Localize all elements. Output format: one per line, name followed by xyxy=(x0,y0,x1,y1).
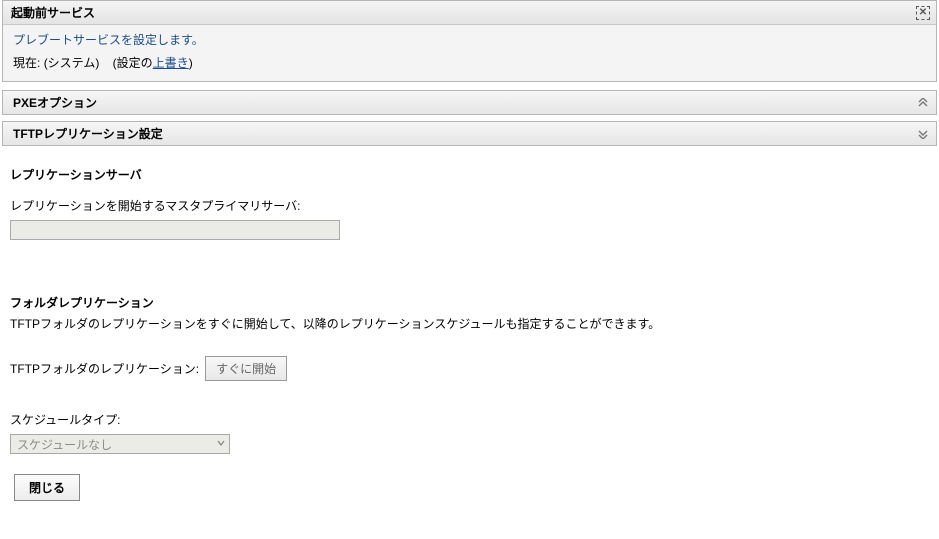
tftp-replication-title: TFTPレプリケーション設定 xyxy=(13,125,163,142)
close-icon[interactable]: ✕ xyxy=(916,6,930,20)
schedule-type-selected: スケジュールなし xyxy=(17,436,112,453)
chevron-down-icon xyxy=(217,439,225,450)
tftp-replication-section-header[interactable]: TFTPレプリケーション設定 xyxy=(2,121,937,146)
panel-title: 起動前サービス xyxy=(11,4,916,21)
current-prefix: 現在: xyxy=(13,56,40,70)
folder-replication-description: TFTPフォルダのレプリケーションをすぐに開始して、以降のレプリケーションスケジ… xyxy=(10,315,929,332)
pxe-options-title: PXEオプション xyxy=(13,94,97,111)
preboot-services-header: 起動前サービス ✕ xyxy=(3,1,936,25)
folder-replication-row: TFTPフォルダのレプリケーション: すぐに開始 xyxy=(10,356,929,381)
chevron-up-icon[interactable] xyxy=(916,127,930,141)
settings-close-paren: ) xyxy=(189,56,193,70)
schedule-type-label: スケジュールタイプ: xyxy=(10,411,929,428)
replication-server-heading: レプリケーションサーバ xyxy=(10,166,929,183)
start-now-button[interactable]: すぐに開始 xyxy=(205,356,287,381)
pxe-options-section-header[interactable]: PXEオプション xyxy=(2,90,937,115)
settings-open-paren: (設定の xyxy=(113,56,153,70)
current-scope: (システム) xyxy=(44,56,100,70)
footer: 閉じる xyxy=(0,464,939,511)
tftp-replication-content: レプリケーションサーバ レプリケーションを開始するマスタプライマリサーバ: フォ… xyxy=(0,152,939,464)
panel-description: プレブートサービスを設定します。 xyxy=(13,31,926,48)
folder-replication-action-label: TFTPフォルダのレプリケーション: xyxy=(10,360,199,377)
current-scope-line: 現在: (システム) (設定の上書き) xyxy=(13,54,926,71)
preboot-services-body: プレブートサービスを設定します。 現在: (システム) (設定の上書き) xyxy=(3,25,936,81)
schedule-type-select[interactable]: スケジュールなし xyxy=(10,434,230,454)
close-button[interactable]: 閉じる xyxy=(14,474,80,501)
master-server-input[interactable] xyxy=(10,220,340,240)
preboot-services-panel: 起動前サービス ✕ プレブートサービスを設定します。 現在: (システム) (設… xyxy=(2,0,937,82)
chevron-down-icon[interactable] xyxy=(916,96,930,110)
overwrite-link[interactable]: 上書き xyxy=(153,56,189,70)
folder-replication-heading: フォルダレプリケーション xyxy=(10,294,929,311)
master-server-label: レプリケーションを開始するマスタプライマリサーバ: xyxy=(10,197,929,214)
